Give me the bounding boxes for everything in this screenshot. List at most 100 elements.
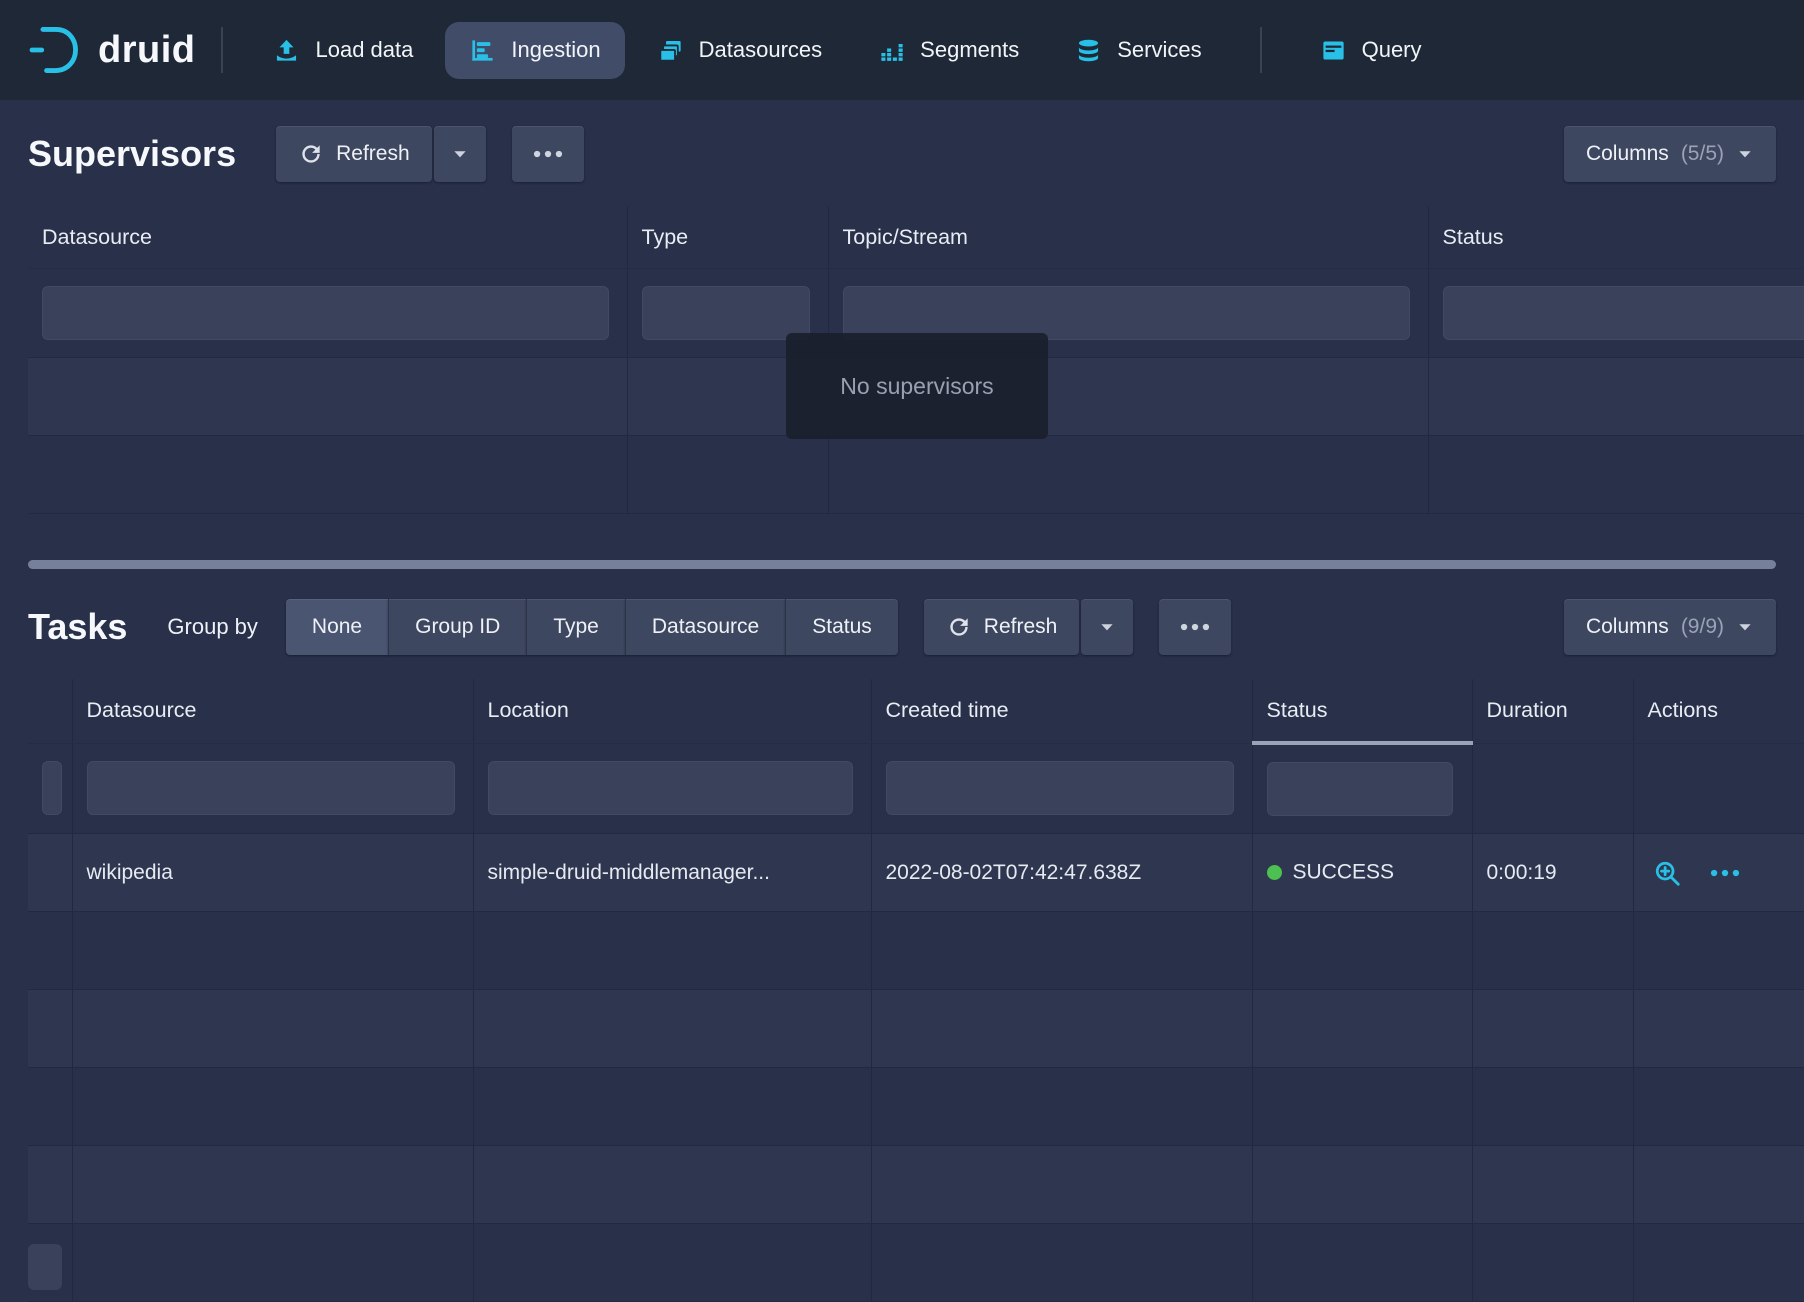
supervisors-toolbar: Supervisors Refresh Columns (5/5) xyxy=(28,126,1804,182)
supervisors-more-button[interactable] xyxy=(512,126,584,182)
layers-icon xyxy=(657,37,684,64)
column-header-datasource[interactable]: Datasource xyxy=(28,206,627,269)
brand-name: druid xyxy=(98,29,195,72)
refresh-label: Refresh xyxy=(984,615,1058,639)
more-dots-icon xyxy=(1178,618,1212,636)
column-header-created-time[interactable]: Created time xyxy=(871,679,1252,743)
empty-row xyxy=(28,436,1804,514)
nav-item-datasources[interactable]: Datasources xyxy=(633,22,847,79)
nav-item-query[interactable]: Query xyxy=(1296,22,1446,79)
more-dots-icon xyxy=(531,145,565,163)
supervisors-columns-button[interactable]: Columns (5/5) xyxy=(1564,126,1776,182)
tasks-more-button[interactable] xyxy=(1159,599,1231,655)
group-by-type-button[interactable]: Type xyxy=(526,599,625,655)
tasks-refresh-options-button[interactable] xyxy=(1081,599,1133,655)
group-by-buttons: None Group ID Type Datasource Status xyxy=(286,599,898,655)
empty-row xyxy=(28,1068,1804,1146)
status-filter-input[interactable] xyxy=(1443,286,1804,340)
datasource-filter-input[interactable] xyxy=(42,286,609,340)
tasks-section: Tasks Group by None Group ID Type Dataso… xyxy=(0,599,1804,1302)
column-header-status-sorted[interactable]: Status xyxy=(1252,679,1472,743)
druid-logo-icon xyxy=(26,21,84,79)
success-dot-icon xyxy=(1267,865,1282,880)
datasource-filter-input[interactable] xyxy=(87,761,455,815)
console-icon xyxy=(1320,37,1347,64)
tasks-columns-button[interactable]: Columns (9/9) xyxy=(1564,599,1776,655)
topic-stream-filter-input[interactable] xyxy=(843,286,1410,340)
refresh-icon xyxy=(298,141,324,167)
nav-item-label: Services xyxy=(1117,37,1201,63)
status-filter-input[interactable] xyxy=(1267,762,1453,816)
task-status-text: SUCCESS xyxy=(1293,861,1395,884)
empty-row xyxy=(28,1146,1804,1224)
task-location: simple-druid-middlemanager... xyxy=(473,834,871,912)
chevron-down-icon xyxy=(1736,145,1754,163)
upload-icon xyxy=(273,37,300,64)
navbar-divider xyxy=(221,27,223,73)
empty-row xyxy=(28,990,1804,1068)
group-by-label: Group by xyxy=(167,614,258,640)
columns-label: Columns xyxy=(1586,142,1669,166)
group-by-status-button[interactable]: Status xyxy=(785,599,898,655)
column-header-duration[interactable]: Duration xyxy=(1472,679,1633,743)
tasks-header-row: Datasource Location Created time Status … xyxy=(28,679,1804,743)
columns-count: (5/5) xyxy=(1681,142,1724,166)
task-more-icon[interactable] xyxy=(1708,864,1742,882)
group-by-none-button[interactable]: None xyxy=(286,599,388,655)
supervisors-section: Supervisors Refresh Columns (5/5) xyxy=(0,126,1804,514)
tasks-refresh-button[interactable]: Refresh xyxy=(924,599,1080,655)
empty-row xyxy=(28,912,1804,990)
navbar-divider xyxy=(1260,27,1262,73)
supervisors-refresh-options-button[interactable] xyxy=(434,126,486,182)
nav-item-services[interactable]: Services xyxy=(1051,22,1225,79)
tasks-toolbar: Tasks Group by None Group ID Type Dataso… xyxy=(28,599,1804,655)
chevron-down-icon xyxy=(451,145,469,163)
nav-item-load-data[interactable]: Load data xyxy=(249,22,437,79)
column-header-location[interactable]: Location xyxy=(473,679,871,743)
tasks-table: Datasource Location Created time Status … xyxy=(28,679,1804,1302)
group-by-datasource-button[interactable]: Datasource xyxy=(625,599,785,655)
horizontal-scrollbar[interactable] xyxy=(28,560,1776,569)
brand[interactable]: druid xyxy=(26,21,195,79)
empty-row xyxy=(28,1224,1804,1302)
nav-item-label: Ingestion xyxy=(511,37,600,63)
supervisors-title: Supervisors xyxy=(28,133,236,175)
nav-item-label: Segments xyxy=(920,37,1019,63)
type-filter-input[interactable] xyxy=(642,286,810,340)
nav-item-label: Load data xyxy=(315,37,413,63)
supervisors-header-row: Datasource Type Topic/Stream Status xyxy=(28,206,1804,269)
column-header-topic-stream[interactable]: Topic/Stream xyxy=(828,206,1428,269)
nav-item-segments[interactable]: Segments xyxy=(854,22,1043,79)
column-header-task-id-partial[interactable] xyxy=(28,679,72,743)
top-navbar: druid Load data Ingestion xyxy=(0,0,1804,100)
chevron-down-icon xyxy=(1736,618,1754,636)
location-filter-input[interactable] xyxy=(488,761,853,815)
refresh-label: Refresh xyxy=(336,142,410,166)
chevron-down-icon xyxy=(1098,618,1116,636)
zoom-in-icon[interactable] xyxy=(1652,858,1682,888)
bottom-scroll-thumb[interactable] xyxy=(28,1244,62,1290)
column-header-status[interactable]: Status xyxy=(1428,206,1804,269)
tasks-refresh-split-button: Refresh xyxy=(924,599,1134,655)
supervisors-refresh-split-button: Refresh xyxy=(276,126,486,182)
nav-item-label: Datasources xyxy=(699,37,823,63)
group-by-group-id-button[interactable]: Group ID xyxy=(388,599,526,655)
column-header-type[interactable]: Type xyxy=(627,206,828,269)
task-created-time: 2022-08-02T07:42:47.638Z xyxy=(871,834,1252,912)
created-time-filter-input[interactable] xyxy=(886,761,1234,815)
task-id-filter-input[interactable] xyxy=(42,761,62,815)
task-datasource: wikipedia xyxy=(72,834,473,912)
supervisors-refresh-button[interactable]: Refresh xyxy=(276,126,432,182)
nav-item-ingestion[interactable]: Ingestion xyxy=(445,22,624,79)
column-header-actions[interactable]: Actions xyxy=(1633,679,1804,743)
task-actions-cell xyxy=(1633,834,1804,912)
task-row[interactable]: wikipedia simple-druid-middlemanager... … xyxy=(28,834,1804,912)
gantt-chart-icon xyxy=(469,37,496,64)
columns-label: Columns xyxy=(1586,615,1669,639)
column-header-datasource[interactable]: Datasource xyxy=(72,679,473,743)
task-duration: 0:00:19 xyxy=(1472,834,1633,912)
tasks-title: Tasks xyxy=(28,606,127,648)
database-icon xyxy=(1075,37,1102,64)
nav-items: Load data Ingestion Datasources xyxy=(249,22,1445,79)
bar-blocks-icon xyxy=(878,37,905,64)
